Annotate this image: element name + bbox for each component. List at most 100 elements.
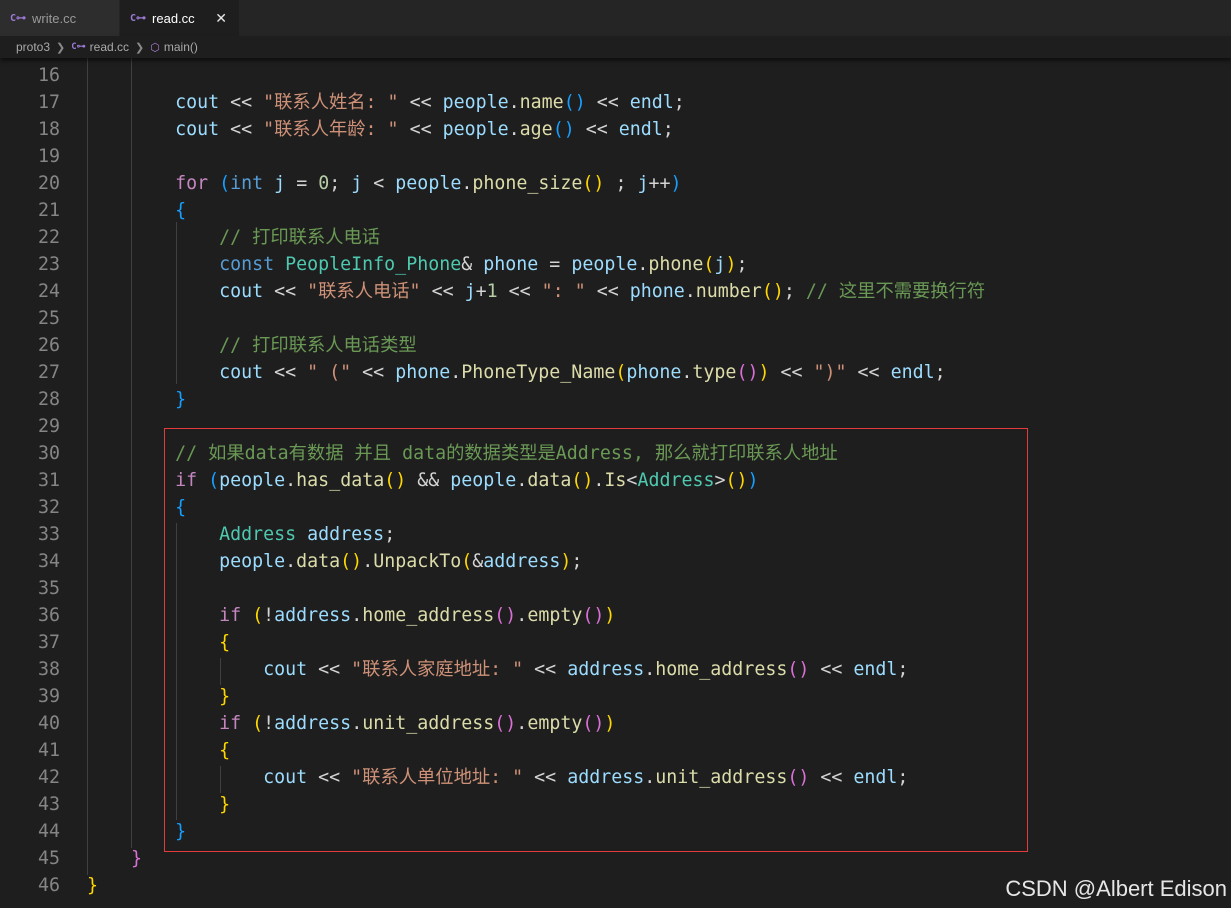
code-token: cout: [219, 281, 264, 302]
code-token: .: [644, 659, 656, 680]
code-token: {: [219, 740, 231, 761]
watermark: CSDN @Albert Edison: [1005, 876, 1227, 901]
line-number: 36: [37, 605, 60, 626]
code-line[interactable]: 26 // 打印联系人电话类型: [0, 332, 1231, 359]
code-token: ;: [783, 281, 806, 302]
code-line[interactable]: 29: [0, 413, 1231, 440]
code-token: ): [758, 362, 770, 383]
line-number: 20: [37, 173, 60, 194]
code-token: <<: [497, 281, 542, 302]
line-number: 45: [37, 848, 60, 869]
code-token: people: [571, 254, 638, 275]
code-token: }: [175, 389, 187, 410]
code-token: (): [340, 551, 363, 572]
code-token: const: [219, 254, 275, 275]
code-token: address: [567, 659, 645, 680]
breadcrumb-folder[interactable]: proto3: [16, 40, 50, 54]
code-line[interactable]: 32 {: [0, 494, 1231, 521]
tab-write-cc[interactable]: C⊶ write.cc: [0, 0, 120, 36]
code-token: empty: [527, 605, 583, 626]
code-editor[interactable]: 16 17 cout << "联系人姓名: " << people.name() …: [0, 58, 1231, 908]
code-token: empty: [527, 713, 583, 734]
code-line[interactable]: 39 }: [0, 683, 1231, 710]
code-token: cout: [263, 767, 308, 788]
code-token: people: [219, 470, 286, 491]
code-line[interactable]: 36 if (!address.home_address().empty()): [0, 602, 1231, 629]
code-token: (): [494, 605, 517, 626]
breadcrumb-file[interactable]: read.cc: [90, 40, 129, 54]
code-line[interactable]: 23 const PeopleInfo_Phone& phone = peopl…: [0, 251, 1231, 278]
code-line[interactable]: 41 {: [0, 737, 1231, 764]
code-line[interactable]: 45 }: [0, 845, 1231, 872]
close-icon[interactable]: ✕: [215, 10, 227, 27]
code-line[interactable]: 35: [0, 575, 1231, 602]
breadcrumb-symbol[interactable]: main(): [164, 40, 198, 54]
code-line[interactable]: 44 }: [0, 818, 1231, 845]
code-token: j: [464, 281, 476, 302]
breadcrumb: proto3 ❯ C⊶ read.cc ❯ ⬡ main(): [0, 36, 1231, 58]
line-code: {: [87, 629, 230, 656]
code-token: name: [519, 92, 564, 113]
code-token: <<: [809, 767, 854, 788]
code-token: ): [604, 713, 616, 734]
code-line[interactable]: 22 // 打印联系人电话: [0, 224, 1231, 251]
code-token: <<: [307, 767, 352, 788]
code-token: j: [637, 173, 649, 194]
code-token: ;: [662, 119, 674, 140]
code-token: // 如果data有数据 并且 data的数据类型是Address, 那么就打印…: [175, 443, 838, 464]
code-line[interactable]: 34 people.data().UnpackTo(&address);: [0, 548, 1231, 575]
code-token: (): [494, 713, 517, 734]
line-number: 26: [37, 335, 60, 356]
code-token: ;: [736, 254, 748, 275]
code-token: ": ": [541, 281, 586, 302]
code-line[interactable]: 25: [0, 305, 1231, 332]
code-token: home_address: [362, 605, 495, 626]
code-token: j: [274, 173, 286, 194]
code-line[interactable]: 30 // 如果data有数据 并且 data的数据类型是Address, 那么…: [0, 440, 1231, 467]
code-line[interactable]: 21 {: [0, 197, 1231, 224]
code-token: if: [219, 713, 242, 734]
code-token: <<: [574, 119, 619, 140]
code-token: .: [516, 470, 528, 491]
line-number: 28: [37, 389, 60, 410]
code-token: ): [670, 173, 682, 194]
code-token: <<: [769, 362, 814, 383]
code-line[interactable]: 28 }: [0, 386, 1231, 413]
code-line[interactable]: 19: [0, 143, 1231, 170]
code-line[interactable]: 27 cout << " (" << phone.PhoneType_Name(…: [0, 359, 1231, 386]
code-line[interactable]: 43 }: [0, 791, 1231, 818]
code-token: ;: [897, 659, 909, 680]
method-cube-icon: ⬡: [150, 41, 160, 54]
code-line[interactable]: 40 if (!address.unit_address().empty()): [0, 710, 1231, 737]
code-token: // 这里不需要换行符: [805, 281, 986, 302]
code-line[interactable]: 16: [0, 62, 1231, 89]
code-line[interactable]: 37 {: [0, 629, 1231, 656]
code-line[interactable]: 17 cout << "联系人姓名: " << people.name() <<…: [0, 89, 1231, 116]
code-line[interactable]: 20 for (int j = 0; j < people.phone_size…: [0, 170, 1231, 197]
code-line[interactable]: 33 Address address;: [0, 521, 1231, 548]
code-line[interactable]: 24 cout << "联系人电话" << j+1 << ": " << pho…: [0, 278, 1231, 305]
line-number: 19: [37, 146, 60, 167]
code-token: (): [787, 659, 810, 680]
cpp-file-icon: C⊶: [10, 12, 27, 24]
code-token: if: [219, 605, 242, 626]
code-token: =: [538, 254, 572, 275]
tab-read-cc[interactable]: C⊶ read.cc ✕: [120, 0, 240, 36]
code-token: >: [714, 470, 726, 491]
code-token: }: [87, 875, 99, 896]
code-line[interactable]: 18 cout << "联系人年龄: " << people.age() << …: [0, 116, 1231, 143]
line-code: const PeopleInfo_Phone& phone = people.p…: [87, 251, 747, 278]
code-token: &: [461, 254, 484, 275]
code-token: cout: [219, 362, 264, 383]
code-line[interactable]: 42 cout << "联系人单位地址: " << address.unit_a…: [0, 764, 1231, 791]
line-number: 46: [37, 875, 60, 896]
line-number: 24: [37, 281, 60, 302]
code-token: (): [582, 173, 605, 194]
code-line[interactable]: 31 if (people.has_data() && people.data(…: [0, 467, 1231, 494]
code-token: .: [516, 713, 528, 734]
code-line[interactable]: 38 cout << "联系人家庭地址: " << address.home_a…: [0, 656, 1231, 683]
code-token: .: [450, 362, 462, 383]
code-token: ): [560, 551, 572, 572]
